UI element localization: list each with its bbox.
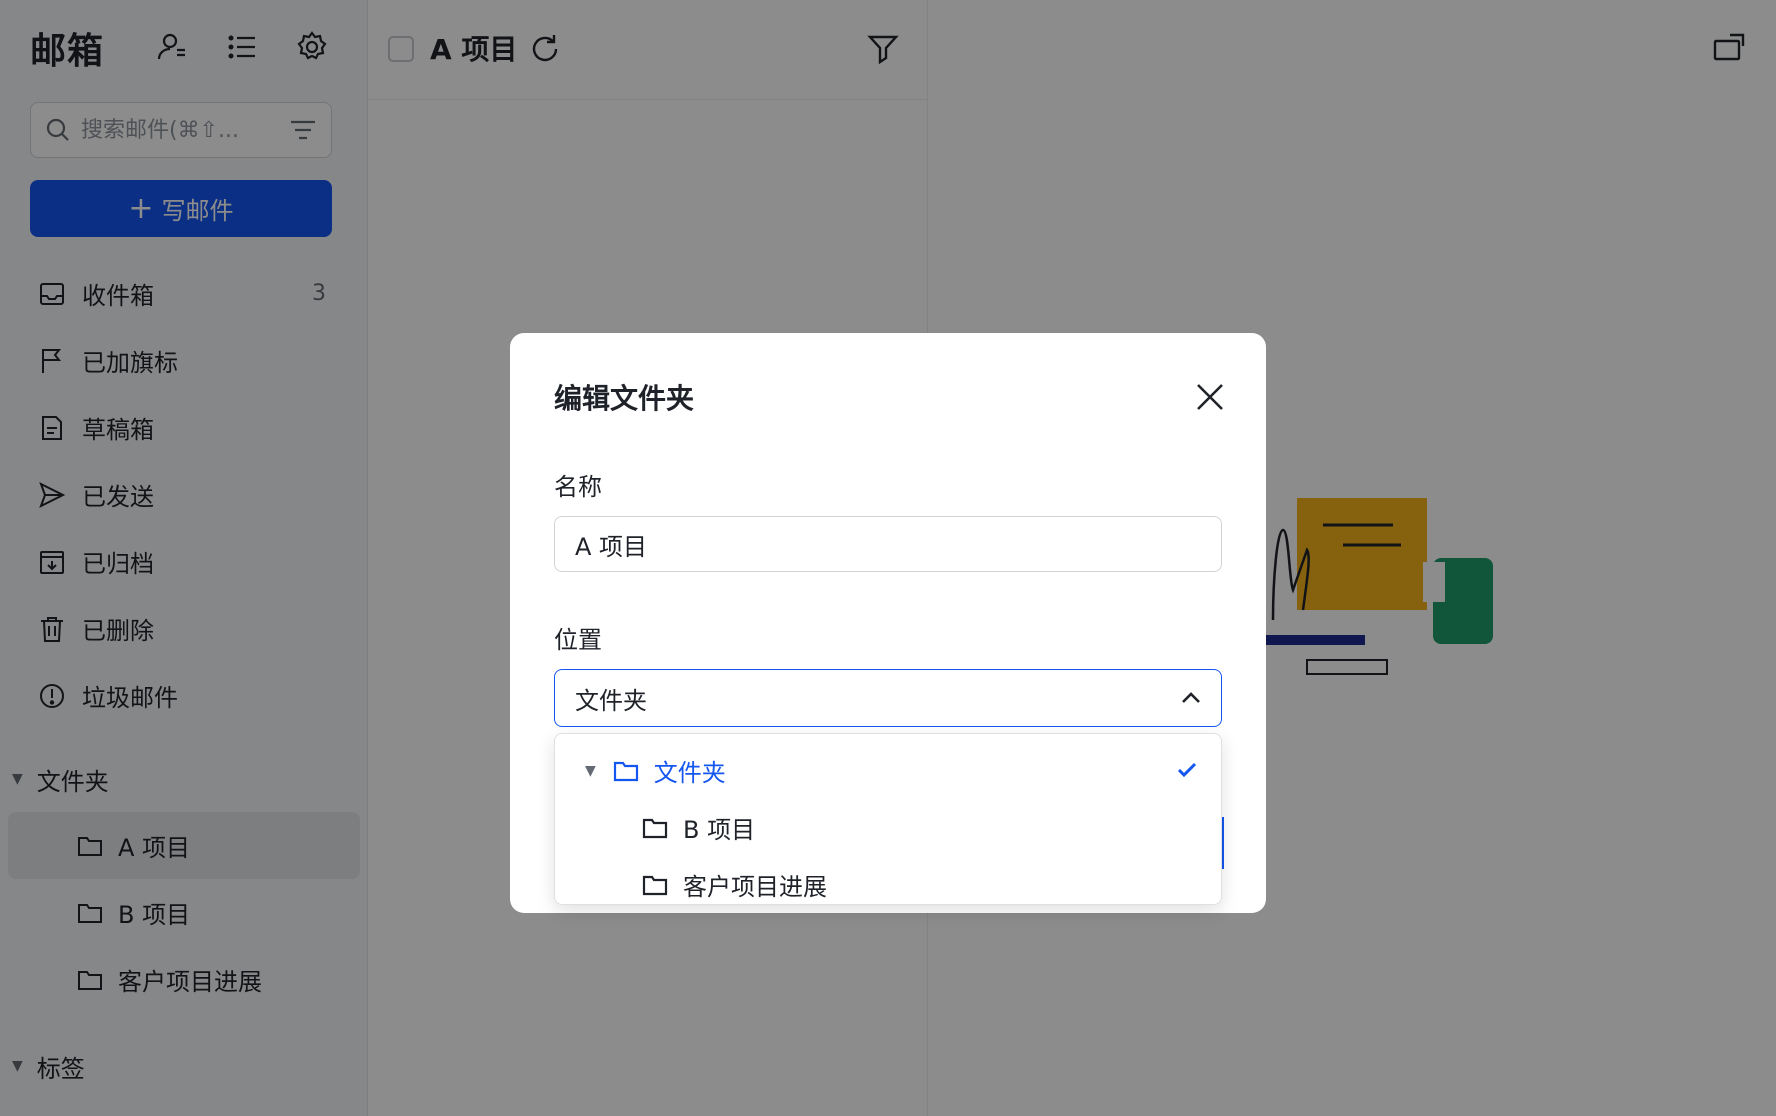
option-label: 文件夹	[653, 759, 726, 787]
option-folder-client[interactable]: 客户项目进展	[555, 856, 1221, 913]
folder-icon	[613, 761, 638, 781]
folder-icon	[642, 818, 668, 838]
mail-app: 邮箱 + 写邮件 收件箱 3	[0, 0, 1776, 1116]
caret-down-icon: ▼	[585, 762, 596, 779]
dialog-title: 编辑文件夹	[554, 382, 695, 415]
check-icon	[1177, 762, 1197, 778]
location-value: 文件夹	[575, 686, 647, 715]
location-label: 位置	[554, 626, 602, 654]
option-folder-b[interactable]: B 项目	[555, 799, 1221, 856]
option-label: 客户项目进展	[683, 873, 827, 901]
name-label: 名称	[554, 473, 602, 501]
option-label: B 项目	[683, 816, 756, 844]
edit-folder-dialog: 编辑文件夹 名称 位置 文件夹 ▼ 文件夹 B 项目 客户项目进	[510, 333, 1266, 913]
option-root-folder[interactable]: ▼ 文件夹	[555, 742, 1221, 799]
folder-icon	[642, 875, 668, 895]
close-button[interactable]	[1192, 379, 1228, 415]
location-select[interactable]: 文件夹	[554, 669, 1222, 727]
folder-name-input[interactable]	[554, 516, 1222, 572]
location-dropdown: ▼ 文件夹 B 项目 客户项目进展	[554, 733, 1222, 905]
chevron-up-icon	[1182, 692, 1200, 703]
